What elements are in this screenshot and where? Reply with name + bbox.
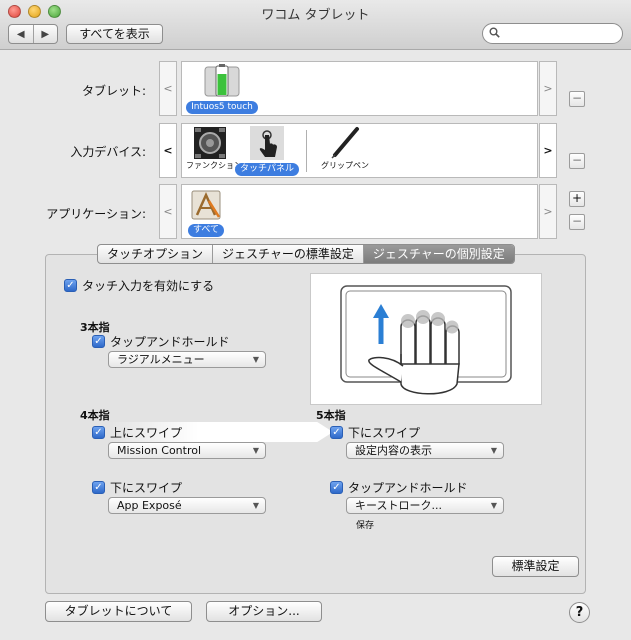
five-finger-tap-hold-note: 保存 [356,521,375,531]
restore-defaults-button[interactable]: 標準設定 [492,556,579,577]
window-title: ワコム タブレット [261,8,370,23]
back-button[interactable]: ◀ [9,25,33,43]
touch-hand-icon [250,126,284,160]
tablet-shelf: Intuos5 touch [181,61,538,116]
options-button[interactable]: オプション... [206,601,322,622]
device-item-touch[interactable]: タッチパネル [234,126,300,176]
device-item-grip-pen[interactable]: グリップペン [312,126,378,171]
five-finger-heading: 5本指 [316,409,346,422]
chevron-down-icon: ▼ [252,355,259,364]
about-tablet-button[interactable]: タブレットについて [45,601,192,622]
magnifier-icon [489,27,500,41]
application-item-label: すべて [187,224,224,237]
application-item-all[interactable]: すべて [184,187,228,237]
four-finger-swipe-up-checkbox[interactable]: ✓ 上にスワイプ [92,424,182,441]
device-item-function-label: ファンクション [186,161,242,170]
input-device-row-label: 入力デバイス: [70,145,146,159]
remove-input-device-button[interactable]: − [569,153,585,169]
add-application-button[interactable]: + [569,191,585,207]
chevron-down-icon: ▼ [252,501,259,510]
tab-custom-gestures[interactable]: ジェスチャーの個別設定 [362,245,514,263]
four-finger-swipe-up-label: 上にスワイプ [110,426,183,440]
five-finger-swipe-down-popup[interactable]: 設定内容の表示 ▼ [346,442,504,459]
input-device-scroll-left-button[interactable]: < [159,123,177,178]
gesture-preview [310,273,542,405]
search-field[interactable] [482,23,623,44]
chevron-down-icon: ▼ [490,501,497,510]
touch-gesture-illustration [340,285,512,395]
four-finger-swipe-down-checkbox[interactable]: ✓ 下にスワイプ [92,479,182,496]
device-item-grip-pen-label: グリップペン [321,161,369,170]
four-finger-swipe-down-label: 下にスワイプ [110,481,183,495]
five-finger-tap-hold-label: タップアンドホールド [348,481,468,495]
preferences-window: ワコム タブレット ◀ ▶ すべてを表示 タブレット: < Intuos5 to… [0,0,631,640]
device-item-touch-label: タッチパネル [234,163,299,176]
device-separator [306,130,307,172]
five-finger-tap-hold-popup[interactable]: キーストローク... ▼ [346,497,504,514]
four-finger-heading: 4本指 [80,409,110,422]
tab-touch-options[interactable]: タッチオプション [98,245,212,263]
four-finger-swipe-up-value: Mission Control [117,444,202,457]
four-finger-swipe-down-value: App Exposé [117,499,182,512]
back-forward-group: ◀ ▶ [8,24,58,44]
three-finger-tap-hold-value: ラジアルメニュー [117,353,205,366]
four-finger-swipe-down-popup[interactable]: App Exposé ▼ [108,497,266,514]
remove-tablet-button[interactable]: − [569,91,585,107]
checkmark-icon: ✓ [92,426,105,439]
chevron-down-icon: ▼ [490,446,497,455]
enable-touch-label: タッチ入力を有効にする [82,279,215,293]
five-finger-swipe-down-value: 設定内容の表示 [355,444,432,457]
grip-pen-icon [328,126,362,160]
checkmark-icon: ✓ [64,279,77,292]
application-shelf: すべて [181,184,538,239]
tablet-item-intuos5[interactable]: Intuos5 touch [186,64,258,114]
enable-touch-checkbox[interactable]: ✓ タッチ入力を有効にする [64,277,214,294]
tablet-battery-icon [204,64,240,98]
application-scroll-left-button[interactable]: < [159,184,177,239]
tablet-item-label: Intuos5 touch [186,101,258,114]
forward-button[interactable]: ▶ [32,25,58,43]
five-finger-tap-hold-value: キーストローク... [355,499,442,512]
express-keys-icon [193,126,227,160]
chevron-down-icon: ▼ [252,446,259,455]
tab-standard-gestures[interactable]: ジェスチャーの標準設定 [212,245,363,263]
settings-tabs: タッチオプション ジェスチャーの標準設定 ジェスチャーの個別設定 [97,244,515,264]
title-bar: ワコム タブレット ◀ ▶ すべてを表示 [0,0,631,50]
three-finger-tap-hold-checkbox[interactable]: ✓ タップアンドホールド [92,333,230,350]
checkmark-icon: ✓ [330,481,343,494]
tablet-scroll-right-button[interactable]: > [539,61,557,116]
applications-folder-icon [189,187,223,221]
tablet-scroll-left-button[interactable]: < [159,61,177,116]
three-finger-tap-hold-popup[interactable]: ラジアルメニュー ▼ [108,351,266,368]
five-finger-tap-hold-checkbox[interactable]: ✓ タップアンドホールド [330,479,468,496]
five-finger-swipe-down-label: 下にスワイプ [348,426,421,440]
checkmark-icon: ✓ [330,426,343,439]
input-device-scroll-right-button[interactable]: > [539,123,557,178]
input-device-shelf: ファンクション タッチパネル グリップペン [181,123,538,178]
application-scroll-right-button[interactable]: > [539,184,557,239]
device-item-function[interactable]: ファンクション [186,126,242,171]
remove-application-button[interactable]: − [569,214,585,230]
four-finger-swipe-up-popup[interactable]: Mission Control ▼ [108,442,266,459]
checkmark-icon: ✓ [92,335,105,348]
checkmark-icon: ✓ [92,481,105,494]
application-row-label: アプリケーション: [46,207,146,221]
custom-gestures-panel: ✓ タッチ入力を有効にする 3本指 ✓ タップアンドホールド ラジアルメニュー … [45,254,586,594]
three-finger-tap-hold-label: タップアンドホールド [110,335,230,349]
tablet-row-label: タブレット: [81,84,146,98]
search-input[interactable] [505,26,617,41]
help-button[interactable]: ? [569,602,590,623]
five-finger-swipe-down-checkbox[interactable]: ✓ 下にスワイプ [330,424,420,441]
show-all-button[interactable]: すべてを表示 [66,24,163,44]
